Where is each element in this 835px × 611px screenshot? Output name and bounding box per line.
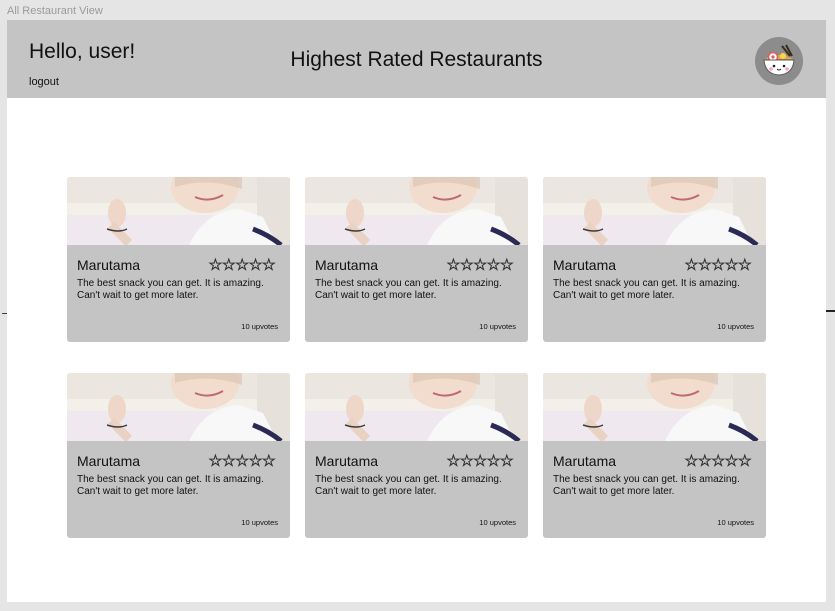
restaurant-name: Marutama [315, 453, 379, 469]
upvote-count: 10 upvotes [717, 518, 754, 527]
restaurant-description: The best snack you can get. It is amazin… [553, 278, 740, 301]
star-rating: ☆☆☆☆☆ [208, 453, 276, 471]
star-rating: ☆☆☆☆☆ [684, 453, 752, 471]
upvote-count: 10 upvotes [717, 322, 754, 331]
ramen-bowl-icon [763, 44, 795, 76]
restaurant-view-frame: Hello, user! logout Highest Rated Restau… [7, 20, 826, 602]
header: Hello, user! logout Highest Rated Restau… [7, 20, 826, 98]
restaurant-description: The best snack you can get. It is amazin… [315, 278, 502, 301]
star-rating: ☆☆☆☆☆ [446, 257, 514, 275]
upvote-count: 10 upvotes [479, 518, 516, 527]
restaurant-card[interactable]: Marutama ☆☆☆☆☆ The best snack you can ge… [67, 373, 290, 538]
upvote-count: 10 upvotes [241, 518, 278, 527]
restaurant-image [305, 177, 528, 245]
restaurant-name: Marutama [553, 453, 617, 469]
connector-line [826, 310, 835, 312]
restaurant-description: The best snack you can get. It is amazin… [77, 474, 264, 497]
restaurant-image [67, 177, 290, 245]
restaurant-card[interactable]: Marutama ☆☆☆☆☆ The best snack you can ge… [543, 373, 766, 538]
star-rating: ☆☆☆☆☆ [684, 257, 752, 275]
restaurant-image [305, 373, 528, 441]
restaurant-description: The best snack you can get. It is amazin… [77, 278, 264, 301]
restaurant-image [543, 177, 766, 245]
star-rating: ☆☆☆☆☆ [446, 453, 514, 471]
upvote-count: 10 upvotes [241, 322, 278, 331]
upvote-count: 10 upvotes [479, 322, 516, 331]
restaurant-card[interactable]: Marutama ☆☆☆☆☆ The best snack you can ge… [543, 177, 766, 342]
avatar[interactable] [755, 37, 803, 85]
restaurant-image [543, 373, 766, 441]
restaurant-card[interactable]: Marutama ☆☆☆☆☆ The best snack you can ge… [305, 373, 528, 538]
restaurant-name: Marutama [77, 453, 141, 469]
page-title: Highest Rated Restaurants [290, 48, 543, 71]
restaurant-card[interactable]: Marutama ☆☆☆☆☆ The best snack you can ge… [305, 177, 528, 342]
star-rating: ☆☆☆☆☆ [208, 257, 276, 275]
logout-link[interactable]: logout [29, 76, 59, 88]
restaurant-description: The best snack you can get. It is amazin… [553, 474, 740, 497]
restaurant-name: Marutama [315, 257, 379, 273]
frame-label: All Restaurant View [7, 5, 103, 17]
restaurant-name: Marutama [77, 257, 141, 273]
restaurant-card[interactable]: Marutama ☆☆☆☆☆ The best snack you can ge… [67, 177, 290, 342]
restaurant-image [67, 373, 290, 441]
restaurant-name: Marutama [553, 257, 617, 273]
restaurant-description: The best snack you can get. It is amazin… [315, 474, 502, 497]
